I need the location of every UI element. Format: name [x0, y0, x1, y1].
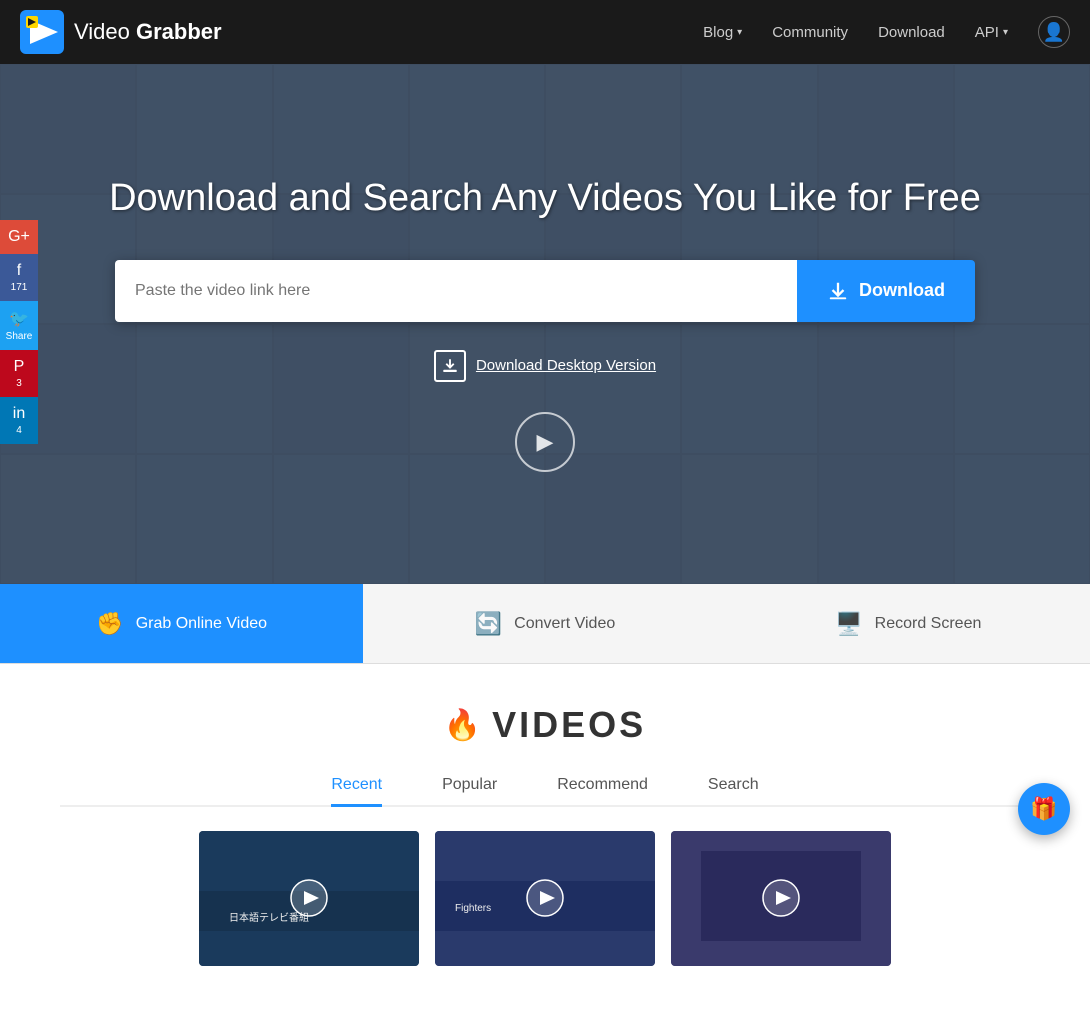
- brand-name: Video Grabber: [74, 19, 222, 45]
- twitter-label: Share: [6, 331, 33, 342]
- video-tab-recommend[interactable]: Recommend: [557, 776, 648, 807]
- nav-blog[interactable]: Blog ▾: [703, 24, 742, 41]
- google-plus-icon: G+: [8, 228, 30, 246]
- feature-tabs: ✊ Grab Online Video 🔄 Convert Video 🖥️ R…: [0, 584, 1090, 664]
- hero-title: Download and Search Any Videos You Like …: [109, 177, 981, 220]
- brand-logo-icon: [20, 10, 64, 54]
- social-twitter-button[interactable]: 🐦 Share: [0, 301, 38, 350]
- blog-dropdown-icon: ▾: [737, 27, 742, 38]
- svg-text:Fighters: Fighters: [455, 903, 491, 914]
- user-icon: 👤: [1043, 22, 1065, 43]
- play-icon: ▶: [537, 429, 554, 455]
- thumb-image-2: Fighters: [435, 831, 655, 966]
- videos-tabs: Recent Popular Recommend Search: [60, 776, 1030, 807]
- nav-api[interactable]: API ▾: [975, 24, 1008, 41]
- hero-play-button[interactable]: ▶: [515, 412, 575, 472]
- desktop-download-icon: [434, 350, 466, 382]
- linkedin-icon: in: [13, 405, 25, 423]
- desktop-version-link[interactable]: Download Desktop Version: [434, 350, 656, 382]
- fire-icon: 🔥: [444, 708, 484, 743]
- linkedin-count: 4: [16, 425, 22, 436]
- video-grid: 日本語テレビ番組 Fighters: [60, 807, 1030, 990]
- hero-content: Download and Search Any Videos You Like …: [0, 177, 1090, 472]
- facebook-count: 171: [11, 282, 28, 293]
- social-linkedin-button[interactable]: in 4: [0, 397, 38, 444]
- tab-record-screen[interactable]: 🖥️ Record Screen: [727, 584, 1090, 663]
- pinterest-icon: P: [14, 358, 25, 376]
- videos-title: 🔥 VIDEOS: [60, 704, 1030, 746]
- svg-text:日本語テレビ番組: 日本語テレビ番組: [229, 911, 309, 924]
- nav-download[interactable]: Download: [878, 24, 945, 41]
- user-account-button[interactable]: 👤: [1038, 16, 1070, 48]
- navbar: Video Grabber Blog ▾ Community Download …: [0, 0, 1090, 64]
- download-icon: [827, 280, 849, 302]
- record-icon: 🖥️: [835, 611, 862, 637]
- social-sidebar: G+ f 171 🐦 Share P 3 in 4: [0, 220, 38, 444]
- video-tab-search[interactable]: Search: [708, 776, 759, 807]
- video-thumbnail[interactable]: [671, 831, 891, 966]
- search-bar: Download: [115, 260, 975, 322]
- thumb-image-1: 日本語テレビ番組: [199, 831, 419, 966]
- tab-grab-online-video[interactable]: ✊ Grab Online Video: [0, 584, 363, 663]
- convert-icon: 🔄: [475, 611, 502, 637]
- video-url-input[interactable]: [115, 260, 797, 322]
- pinterest-count: 3: [16, 378, 22, 389]
- brand-logo-link[interactable]: Video Grabber: [20, 10, 222, 54]
- videos-section: 🔥 VIDEOS Recent Popular Recommend Search…: [0, 664, 1090, 1010]
- nav-community[interactable]: Community: [772, 24, 848, 41]
- download-button[interactable]: Download: [797, 260, 975, 322]
- video-thumbnail[interactable]: 日本語テレビ番組: [199, 831, 419, 966]
- video-tab-recent[interactable]: Recent: [331, 776, 382, 807]
- video-tab-popular[interactable]: Popular: [442, 776, 497, 807]
- social-facebook-button[interactable]: f 171: [0, 254, 38, 301]
- twitter-icon: 🐦: [9, 309, 29, 329]
- gift-icon: 🎁: [1030, 796, 1057, 822]
- hero-section: Download and Search Any Videos You Like …: [0, 64, 1090, 584]
- social-google-button[interactable]: G+: [0, 220, 38, 254]
- video-thumbnail[interactable]: Fighters: [435, 831, 655, 966]
- thumb-image-3: [671, 831, 891, 966]
- api-dropdown-icon: ▾: [1003, 27, 1008, 38]
- social-pinterest-button[interactable]: P 3: [0, 350, 38, 397]
- facebook-icon: f: [17, 262, 21, 280]
- tab-convert-video[interactable]: 🔄 Convert Video: [363, 584, 726, 663]
- gift-button[interactable]: 🎁: [1018, 783, 1070, 835]
- nav-links: Blog ▾ Community Download API ▾ 👤: [703, 16, 1070, 48]
- grab-icon: ✊: [96, 611, 123, 637]
